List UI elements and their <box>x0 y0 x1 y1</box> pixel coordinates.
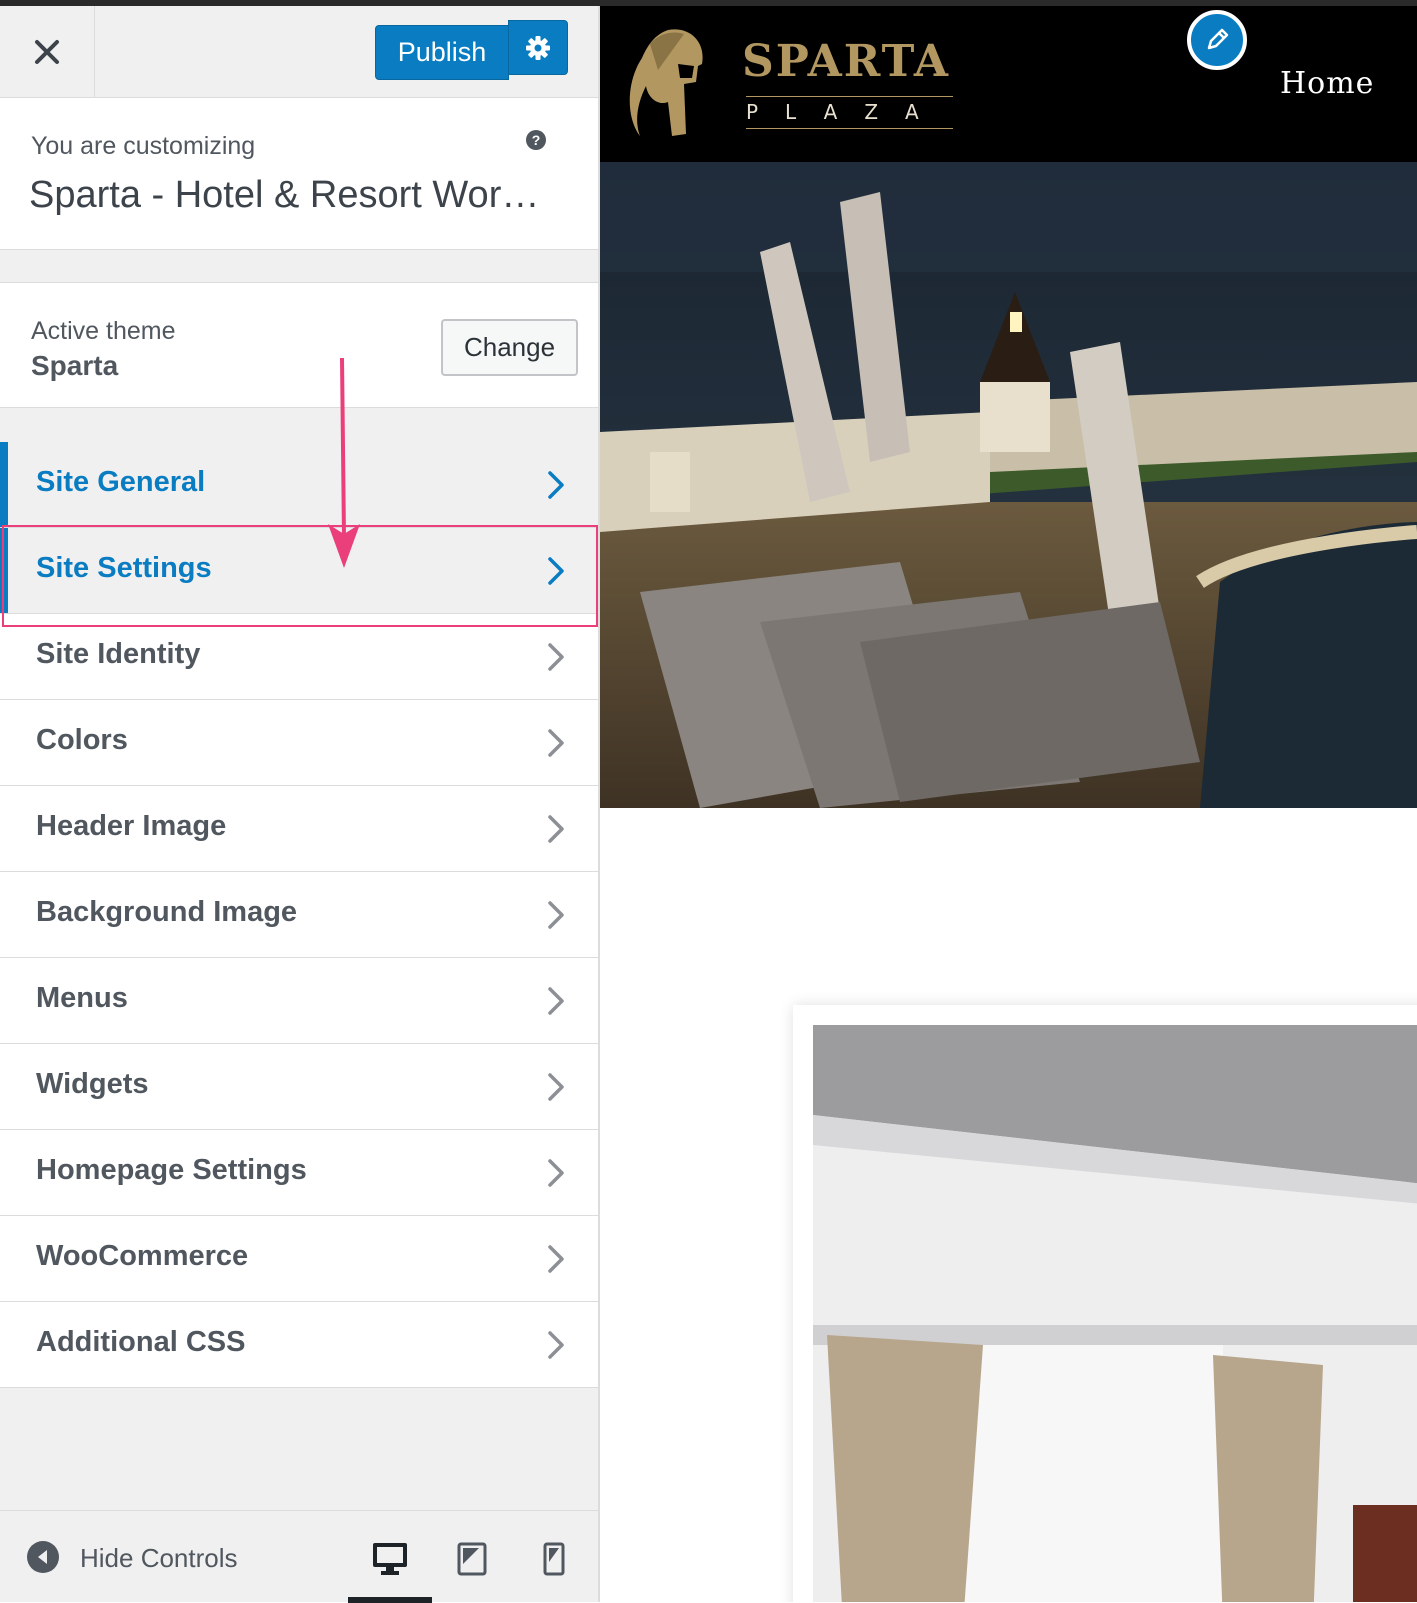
panel-additional-css[interactable]: Additional CSS <box>0 1302 598 1388</box>
tablet-icon <box>457 1542 487 1576</box>
site-header: SPARTA PLAZA Home <box>600 6 1417 162</box>
customizing-label: You are customizing <box>31 132 256 160</box>
edit-shortcut-button[interactable] <box>1187 10 1247 70</box>
chevron-right-icon <box>548 815 564 843</box>
chevron-right-icon <box>548 987 564 1015</box>
chevron-right-icon <box>548 471 564 499</box>
hide-controls-label[interactable]: Hide Controls <box>80 1543 238 1574</box>
logo-divider <box>746 128 953 129</box>
logo-subtitle: PLAZA <box>746 100 946 124</box>
spartan-helmet-logo <box>629 29 703 136</box>
panel-label: Site General <box>36 466 206 498</box>
panel-label: Widgets <box>36 1068 149 1100</box>
active-theme-section: Active theme Sparta Change <box>0 282 598 408</box>
panel-label: WooCommerce <box>36 1240 249 1272</box>
active-accent-bar <box>0 442 8 527</box>
pencil-icon <box>1207 28 1229 50</box>
logo-title: SPARTA <box>742 36 951 87</box>
publish-button[interactable]: Publish <box>375 25 509 80</box>
customizing-info: You are customizing ? Sparta - Hotel & R… <box>0 98 598 250</box>
panel-site-general[interactable]: Site General <box>0 442 598 528</box>
active-device-indicator <box>348 1597 432 1603</box>
preview-desktop-button[interactable] <box>370 1539 410 1579</box>
room-card <box>793 1005 1417 1602</box>
preview-mobile-button[interactable] <box>534 1539 574 1579</box>
panel-label: Background Image <box>36 896 298 928</box>
customizer-header: Publish <box>0 6 598 98</box>
chevron-right-icon <box>548 1073 564 1101</box>
panel-woocommerce[interactable]: WooCommerce <box>0 1216 598 1302</box>
gear-icon <box>526 35 550 60</box>
help-icon[interactable]: ? <box>526 130 546 150</box>
panel-label: Homepage Settings <box>36 1154 307 1186</box>
panel-widgets[interactable]: Widgets <box>0 1044 598 1130</box>
desktop-icon <box>373 1543 407 1575</box>
panel-label: Additional CSS <box>36 1326 246 1358</box>
chevron-right-icon <box>548 643 564 671</box>
panel-site-identity[interactable]: Site Identity <box>0 614 598 700</box>
hero-image <box>600 162 1417 808</box>
panel-label: Menus <box>36 982 128 1014</box>
site-title: Sparta - Hotel & Resort WordP... <box>29 174 559 216</box>
active-theme-label: Active theme <box>31 317 176 345</box>
close-customizer-button[interactable] <box>0 6 95 98</box>
panel-site-settings[interactable]: Site Settings <box>0 528 598 614</box>
annotation-arrow-down-icon <box>328 358 360 568</box>
close-icon <box>35 40 59 64</box>
panel-homepage-settings[interactable]: Homepage Settings <box>0 1130 598 1216</box>
active-theme-name: Sparta <box>31 350 119 381</box>
mobile-icon <box>543 1542 565 1576</box>
publish-settings-button[interactable] <box>508 20 568 75</box>
room-image <box>813 1025 1417 1602</box>
logo-divider <box>746 96 953 97</box>
preview-tablet-button[interactable] <box>452 1539 492 1579</box>
chevron-right-icon <box>548 557 564 585</box>
chevron-right-icon <box>548 1331 564 1359</box>
panel-menus[interactable]: Menus <box>0 958 598 1044</box>
chevron-right-icon <box>548 729 564 757</box>
customizer-sidebar: Publish You are customizing ? Sparta - H… <box>0 6 600 1603</box>
panel-label: Colors <box>36 724 128 756</box>
customizer-footer: Hide Controls <box>0 1510 598 1603</box>
panel-colors[interactable]: Colors <box>0 700 598 786</box>
panel-background-image[interactable]: Background Image <box>0 872 598 958</box>
active-accent-bar <box>0 528 8 613</box>
change-theme-button[interactable]: Change <box>441 319 578 376</box>
panel-header-image[interactable]: Header Image <box>0 786 598 872</box>
panel-label: Site Settings <box>36 552 212 584</box>
panel-label: Site Identity <box>36 638 201 670</box>
chevron-right-icon <box>548 901 564 929</box>
chevron-right-icon <box>548 1159 564 1187</box>
customizer-panel-list: Site General Site Settings Site Identity… <box>0 442 598 1388</box>
collapse-sidebar-icon[interactable] <box>27 1541 59 1573</box>
nav-item-home[interactable]: Home <box>1280 66 1374 101</box>
chevron-right-icon <box>548 1245 564 1273</box>
site-preview: SPARTA PLAZA Home <box>600 6 1417 1602</box>
panel-label: Header Image <box>36 810 227 842</box>
